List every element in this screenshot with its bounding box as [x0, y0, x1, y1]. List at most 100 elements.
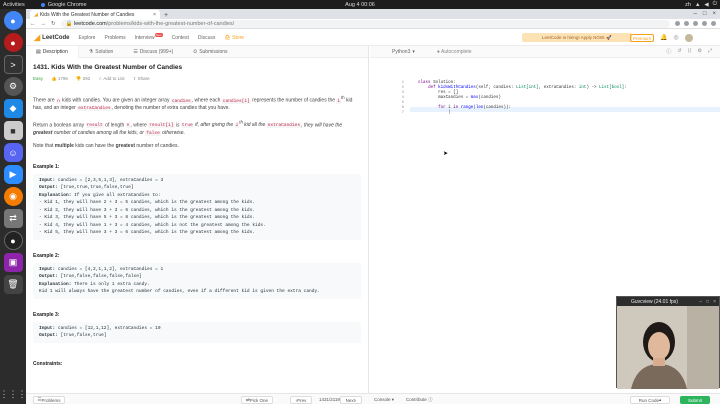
obs-icon[interactable]: ●: [3, 231, 23, 250]
problem-meta: Easy 👍 1796 👎 292 ☆ Add to List ⇪ Share: [33, 76, 361, 82]
problem-tabs: ▤ Description ⚗ Solution ☰ Discuss (999+) ⏲…: [26, 45, 368, 58]
vscode-icon[interactable]: ◆: [3, 99, 23, 118]
chevron-right-icon: ›: [354, 397, 357, 403]
example-block: Input: candies = [2,3,5,1,3], extraCandi…: [33, 173, 361, 240]
example-2: Example 2: Input: candies = [4,2,1,1,2],…: [33, 253, 361, 299]
leetcode-favicon-icon: ◢: [34, 11, 38, 18]
submit-button[interactable]: Submit: [680, 396, 710, 404]
forward-icon[interactable]: →: [41, 21, 47, 27]
fullscreen-icon[interactable]: ⤢: [708, 48, 712, 55]
thumbs-up-icon: 👍: [51, 76, 58, 81]
discuss-icon: ☰: [133, 48, 138, 55]
browser-tab[interactable]: ◢ Kids With the Greatest Number of Candi…: [30, 10, 160, 19]
chrome-icon[interactable]: ●: [3, 11, 23, 30]
profile-icon[interactable]: [711, 21, 716, 26]
nav-discuss[interactable]: Discuss: [198, 35, 216, 41]
zoom-icon[interactable]: ▶: [3, 165, 23, 184]
dislike-button[interactable]: 👎 292: [76, 76, 90, 82]
extension-icon[interactable]: [684, 21, 689, 26]
tab-title: Kids With the Greatest Number of Candies: [39, 11, 135, 18]
reload-icon[interactable]: ↻: [51, 21, 56, 27]
share-button[interactable]: ⇪ Share: [133, 76, 150, 82]
nav-icons: 🔔 ◎: [660, 34, 693, 42]
clock[interactable]: Aug 4 00:06: [345, 2, 375, 8]
like-button[interactable]: 👍 1796: [51, 76, 68, 82]
terminal-icon[interactable]: >: [3, 55, 23, 74]
webcam-titlebar[interactable]: Guvcview (24.01 fps) – □ ×: [617, 297, 719, 306]
maximize-icon[interactable]: □: [706, 299, 709, 305]
tab-description[interactable]: ▤ Description: [26, 45, 79, 58]
tab-discuss[interactable]: ☰ Discuss (999+): [123, 46, 183, 58]
discord-icon[interactable]: ☺: [3, 143, 23, 162]
thumbs-down-icon: 👎: [75, 76, 83, 81]
cherry-icon[interactable]: ●: [3, 33, 23, 52]
close-window-icon[interactable]: ×: [712, 11, 716, 17]
leetcode-logo[interactable]: ◢ LeetCode: [34, 33, 70, 42]
nav-explore[interactable]: Explore: [79, 35, 96, 41]
address-bar: ← → ↻ 🔒 leetcode.com/problems/kids-with-…: [26, 19, 720, 29]
status-area[interactable]: zh ▲ ◀ ⏻: [685, 1, 717, 8]
close-icon[interactable]: ×: [713, 299, 716, 305]
add-to-list-button[interactable]: ☆ Add to List: [98, 76, 124, 82]
files-icon[interactable]: ■: [3, 121, 23, 140]
webcam-title: Guvcview (24.01 fps): [631, 298, 678, 305]
example-3: Example 3: Input: candies = [12,1,12], e…: [33, 312, 361, 343]
problem-pane: ▤ Description ⚗ Solution ☰ Discuss (999+) ⏲…: [26, 45, 369, 393]
reset-icon[interactable]: ↺: [677, 48, 681, 55]
minimize-icon[interactable]: –: [699, 299, 702, 305]
extension-icon[interactable]: [702, 21, 707, 26]
run-code-button[interactable]: Run Code ▴: [630, 396, 670, 404]
console-button[interactable]: Console ▾: [374, 397, 394, 403]
pick-one-button[interactable]: ⇄ Pick One: [241, 396, 273, 404]
tab-solution[interactable]: ⚗ Solution: [79, 46, 124, 58]
autocomplete-toggle[interactable]: ● Autocomplete: [437, 49, 472, 55]
nav-contest[interactable]: Contest: [172, 35, 189, 41]
chevron-up-icon: ▴: [659, 397, 662, 402]
app-name: Google Chrome: [47, 1, 87, 8]
new-tab-icon[interactable]: +: [164, 12, 168, 19]
url-input[interactable]: 🔒 leetcode.com/problems/kids-with-the-gr…: [60, 19, 670, 28]
minimize-icon[interactable]: –: [694, 11, 697, 17]
input-method[interactable]: zh: [685, 2, 691, 8]
nav-store[interactable]: 🛍 Store: [224, 35, 244, 41]
screenshot-icon[interactable]: ▣: [3, 253, 23, 272]
show-apps-icon[interactable]: ⋮⋮⋮: [0, 389, 27, 400]
maximize-icon[interactable]: □: [703, 11, 707, 17]
webcam-feed: [617, 306, 719, 389]
premium-button[interactable]: Premium: [630, 34, 654, 42]
url-host: leetcode.com: [74, 20, 107, 27]
language-select[interactable]: Python3 ▾: [392, 49, 415, 55]
problem-description: There are n kids with candies. You are g…: [33, 94, 361, 151]
nav-problems[interactable]: Problems: [104, 35, 125, 41]
code-text[interactable]: class Solution: def kidsWithCandies(self…: [418, 81, 627, 116]
app-menu[interactable]: Google Chrome: [40, 1, 87, 8]
activities-button[interactable]: Activities: [3, 2, 25, 8]
info-icon[interactable]: ⓘ: [666, 48, 671, 55]
share-icon[interactable]: ⇄: [3, 209, 23, 228]
extension-icon[interactable]: [693, 21, 698, 26]
trash-icon[interactable]: 🗑: [3, 275, 23, 294]
back-icon[interactable]: ←: [30, 21, 36, 27]
contribute-button[interactable]: Contribute ⓘ: [406, 397, 433, 403]
tab-close-icon[interactable]: ×: [153, 12, 156, 18]
dock: ● ● > ⚙ ◆ ■ ☺ ▶ ◉ ⇄ ● ▣ 🗑 ⋮⋮⋮: [0, 9, 27, 404]
problems-button[interactable]: ☰ Problems: [33, 396, 65, 404]
new-badge: New: [154, 32, 163, 37]
tab-submissions[interactable]: ⏲ Submissions: [183, 46, 237, 58]
bell-icon[interactable]: 🔔: [660, 34, 667, 42]
page-indicator: 1431/2119: [319, 397, 340, 402]
settings-icon[interactable]: ⚙: [3, 77, 23, 96]
problem-title: 1431. Kids With the Greatest Number of C…: [33, 64, 183, 71]
mouse-cursor-icon: ➤: [443, 151, 449, 157]
settings-icon[interactable]: ⚙: [698, 48, 702, 55]
code-icon[interactable]: ⟨⟩: [688, 48, 692, 55]
extension-icon[interactable]: [675, 21, 680, 26]
next-button[interactable]: Next ›: [340, 396, 362, 404]
blender-icon[interactable]: ◉: [3, 187, 23, 206]
prev-button[interactable]: ‹ Prev: [290, 396, 312, 404]
avatar[interactable]: [684, 34, 693, 42]
coin-icon[interactable]: ◎: [673, 34, 678, 42]
description-icon: ▤: [36, 48, 41, 55]
nav-interview[interactable]: InterviewNew: [135, 32, 163, 41]
hiring-banner[interactable]: LeetCode is hiring! Apply NOW. 🚀: [522, 33, 632, 42]
